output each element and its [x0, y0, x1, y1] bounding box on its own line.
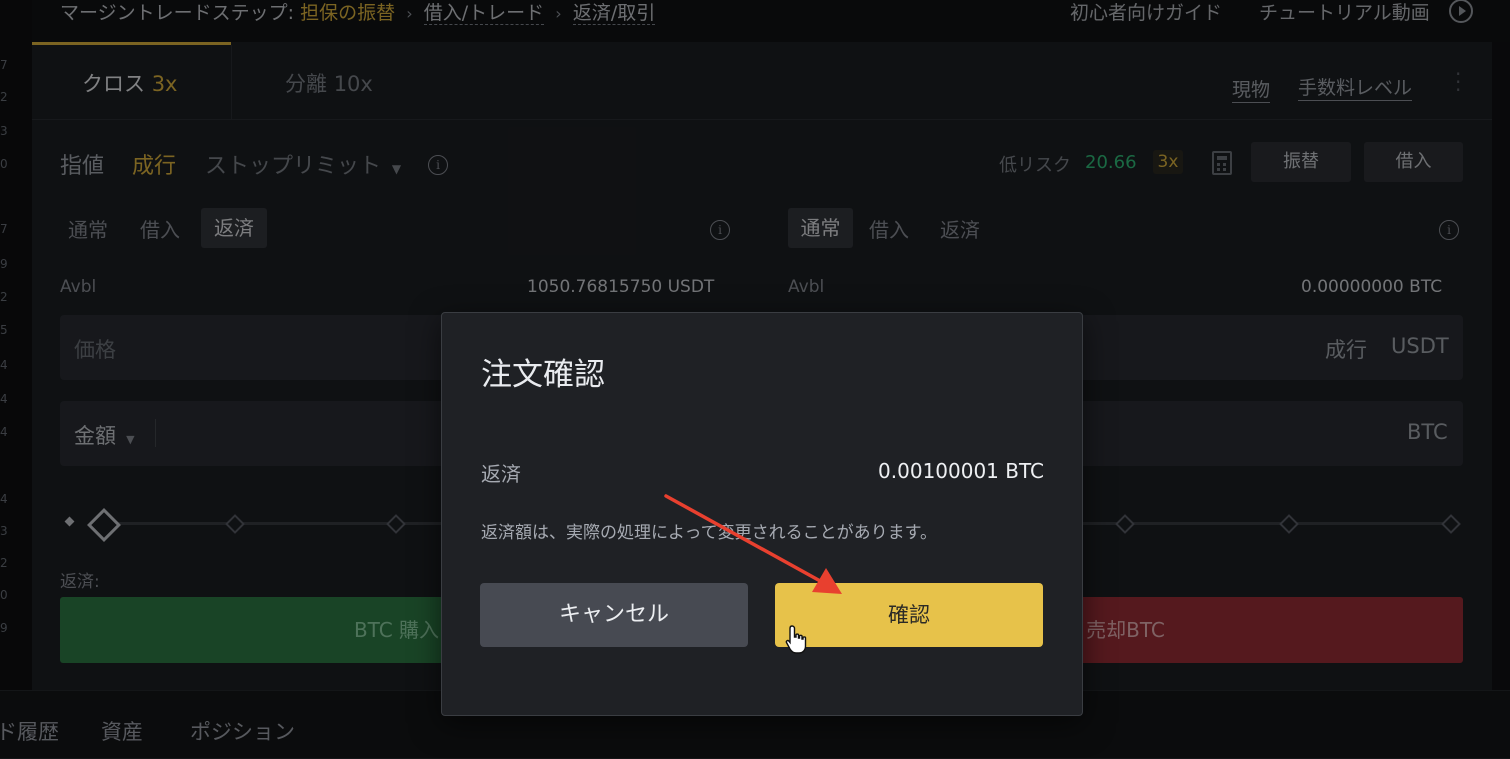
hand-cursor-icon [785, 625, 807, 654]
confirm-button[interactable]: 確認 [775, 583, 1043, 647]
cancel-button[interactable]: キャンセル [480, 583, 748, 647]
repay-note: 返済額は、実際の処理によって変更されることがあります。 [481, 523, 937, 543]
order-confirm-dialog: 注文確認 返済 0.00100001 BTC 返済額は、実際の処理によって変更さ… [441, 312, 1083, 716]
repay-row-label: 返済 [481, 462, 521, 486]
dialog-title: 注文確認 [481, 357, 605, 393]
repay-row-value: 0.00100001 BTC [878, 459, 1044, 483]
